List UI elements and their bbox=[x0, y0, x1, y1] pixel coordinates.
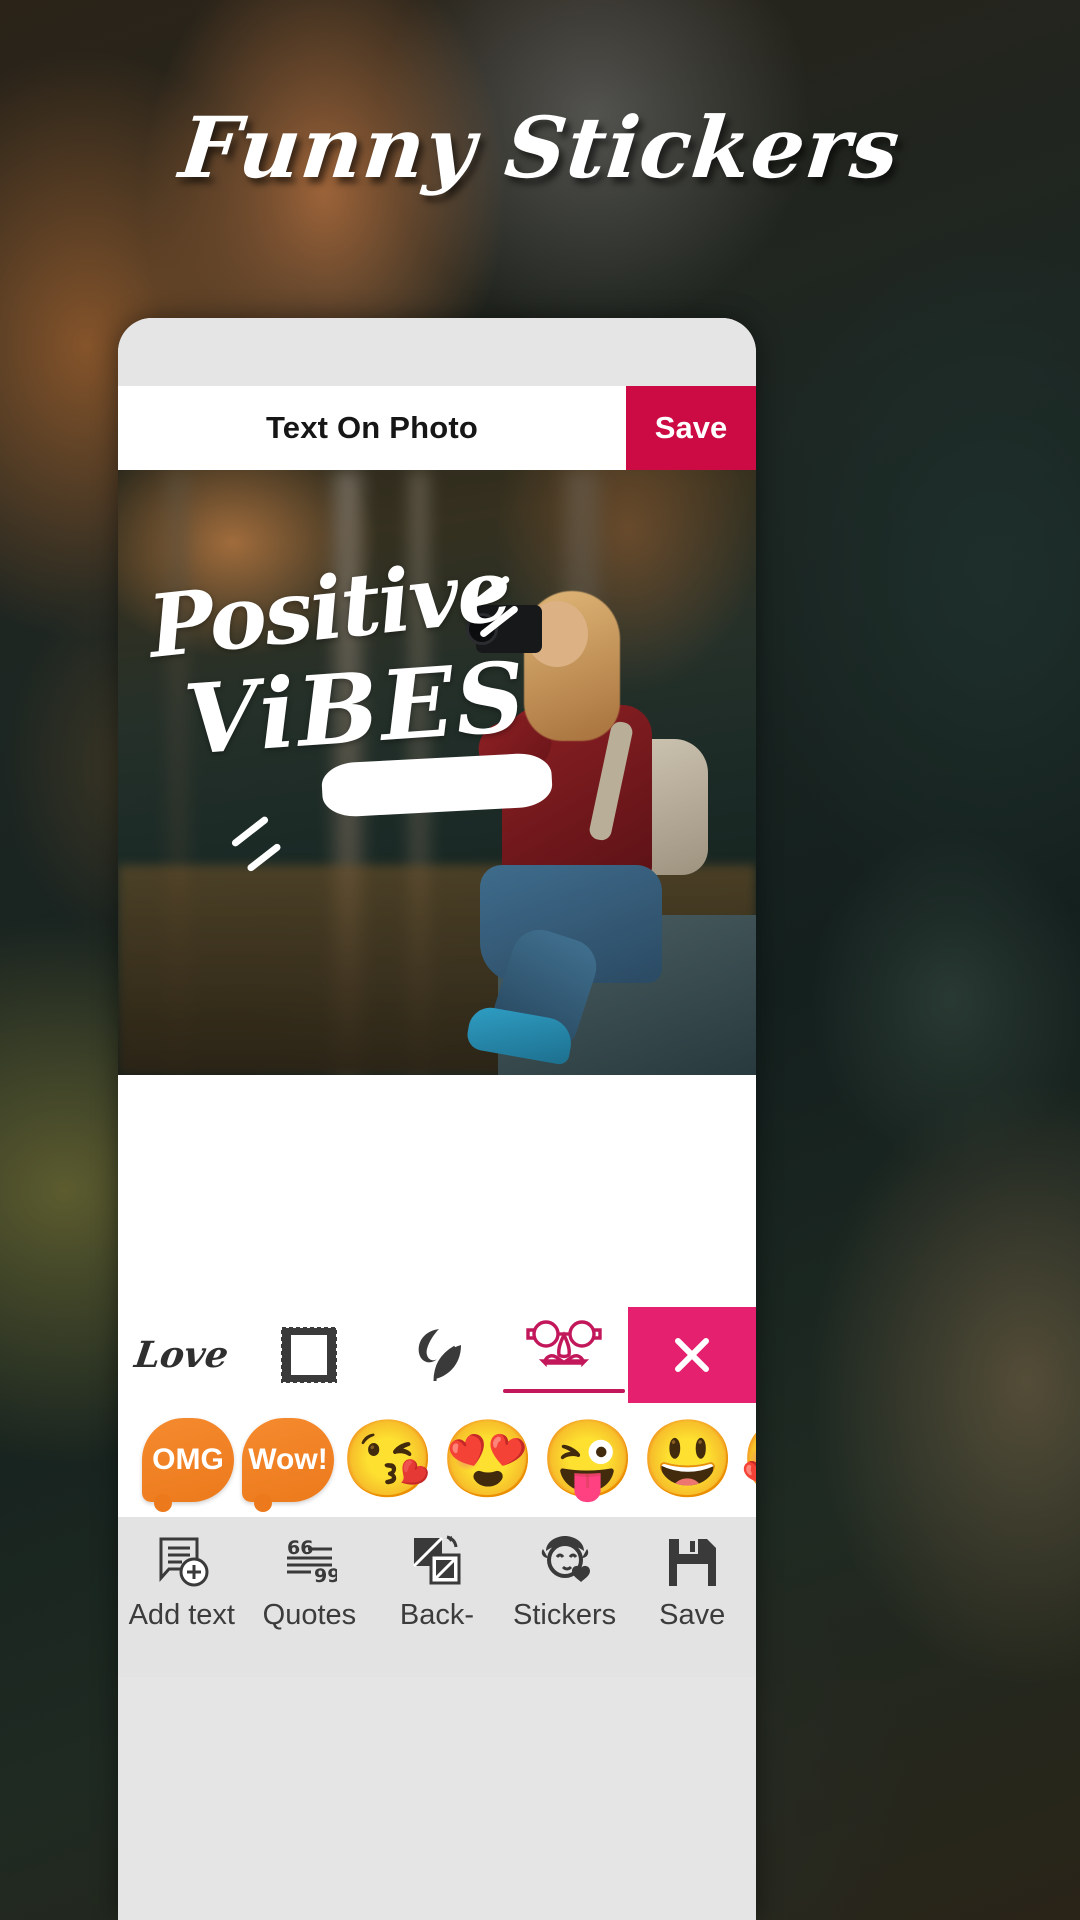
sticker-grin[interactable]: 😃 bbox=[640, 1412, 736, 1508]
heart-eyes-emoji: 😍 bbox=[440, 1417, 536, 1502]
sticker-wink[interactable]: 😜 bbox=[540, 1412, 636, 1508]
phone-mockup: Text On Photo Save Positive ViBES Love O… bbox=[118, 318, 756, 1920]
sticker-strip[interactable]: OMG Wow! 😘 😍 😜 😃 🥰 bbox=[118, 1403, 756, 1517]
close-icon bbox=[669, 1332, 715, 1378]
sticker-kiss[interactable]: 😘 bbox=[340, 1412, 436, 1508]
nav-label: Save bbox=[659, 1599, 726, 1631]
sticker-category-funny[interactable] bbox=[501, 1307, 629, 1403]
page-title: Funny Stickers bbox=[175, 98, 905, 197]
nav-label: Back- bbox=[399, 1599, 475, 1631]
background-icon bbox=[409, 1531, 465, 1593]
sticker-category-bar: Love bbox=[118, 1307, 756, 1403]
sticker-wow[interactable]: Wow! bbox=[240, 1412, 336, 1512]
sticker-hug-heart[interactable]: 🥰 bbox=[740, 1412, 756, 1508]
photo-canvas[interactable]: Positive ViBES bbox=[118, 470, 756, 1075]
sticker-category-frames[interactable] bbox=[246, 1307, 374, 1403]
editor-work-area bbox=[118, 1075, 756, 1307]
nav-label: Quotes bbox=[262, 1599, 357, 1631]
nav-quotes[interactable]: 66 99 Quotes bbox=[246, 1531, 374, 1632]
nav-stickers[interactable]: Stickers bbox=[501, 1531, 629, 1632]
save-disk-icon bbox=[664, 1531, 720, 1593]
app-title: Text On Photo bbox=[265, 410, 479, 445]
omg-bubble-sticker: OMG bbox=[142, 1418, 234, 1512]
winking-tongue-emoji: 😜 bbox=[540, 1417, 636, 1502]
sticker-heart-eyes[interactable]: 😍 bbox=[440, 1412, 536, 1508]
quotes-icon: 66 99 bbox=[281, 1531, 337, 1593]
sticker-face-icon bbox=[537, 1531, 593, 1593]
photographer-subject bbox=[438, 579, 738, 1066]
sticker-omg[interactable]: OMG bbox=[140, 1412, 236, 1512]
leaf-icon bbox=[405, 1323, 469, 1387]
grinning-big-eyes-emoji: 😃 bbox=[640, 1417, 736, 1502]
love-script-icon: Love bbox=[132, 1334, 232, 1376]
smiling-hearts-emoji: 🥰 bbox=[741, 1422, 756, 1498]
save-button[interactable]: Save bbox=[626, 386, 756, 470]
close-stickers-button[interactable] bbox=[628, 1307, 756, 1403]
bottom-navigation-bar: Add text 66 99 Quotes Back- Stickers Sav… bbox=[118, 1517, 756, 1677]
app-header-bar: Text On Photo Save bbox=[118, 386, 756, 470]
nav-save[interactable]: Save bbox=[628, 1531, 756, 1632]
add-text-icon bbox=[154, 1531, 210, 1593]
nav-background[interactable]: Back- bbox=[373, 1531, 501, 1632]
nav-add-text[interactable]: Add text bbox=[118, 1531, 246, 1632]
funny-glasses-icon bbox=[525, 1317, 603, 1379]
sticker-category-love[interactable]: Love bbox=[118, 1307, 246, 1403]
phone-bezel-top bbox=[118, 318, 756, 386]
wow-bubble-sticker: Wow! bbox=[242, 1418, 334, 1512]
nav-label: Add text bbox=[128, 1599, 235, 1631]
stamp-frame-icon bbox=[278, 1324, 340, 1386]
kissing-heart-emoji: 😘 bbox=[340, 1417, 436, 1502]
sticker-category-nature[interactable] bbox=[373, 1307, 501, 1403]
active-indicator bbox=[503, 1389, 626, 1393]
svg-text:99: 99 bbox=[314, 1565, 337, 1587]
nav-label: Stickers bbox=[513, 1599, 617, 1631]
